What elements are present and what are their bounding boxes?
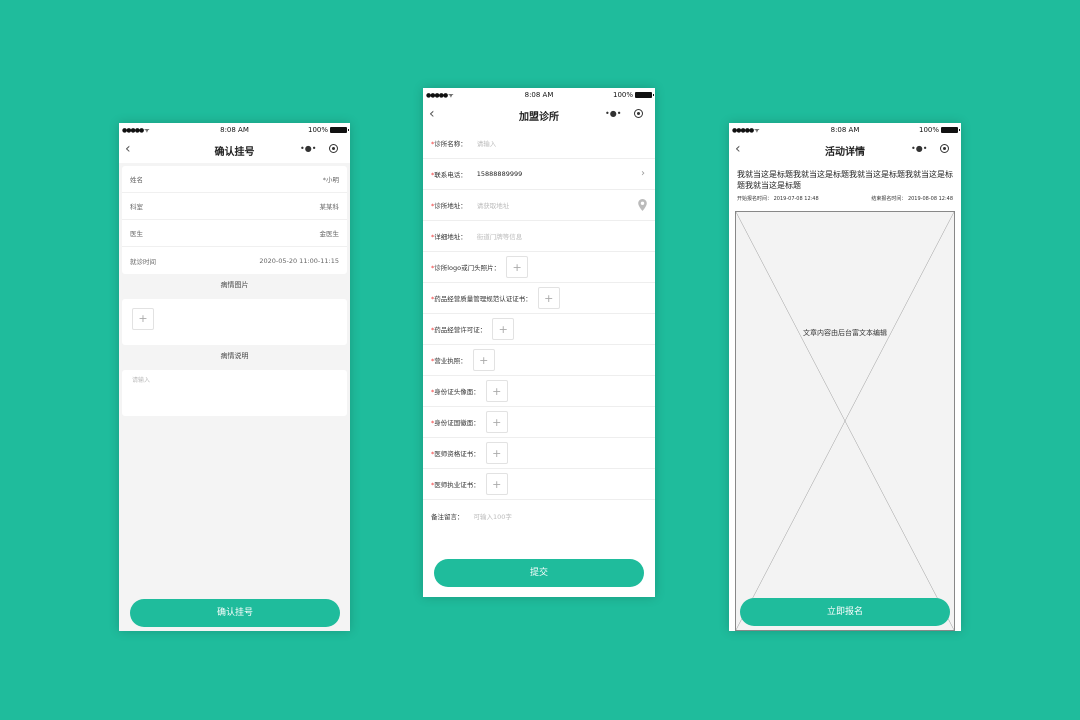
info-row-time: 就诊时间 2020-05-20 11:00-11:15 (122, 247, 347, 274)
detail-address-input[interactable]: 街道门牌等信息 (477, 231, 523, 241)
close-target-icon[interactable] (329, 144, 338, 153)
mini-program-capsule: •●• (599, 105, 649, 122)
start-date: 开始报名时间： 2019-07-08 12:48 (737, 196, 819, 202)
info-row-name: 姓名 *小明 (122, 166, 347, 193)
phone-input[interactable]: 15888889999 (477, 170, 523, 178)
status-bar: ●●●●● ᯤ 8:08 AM 100% (729, 123, 961, 137)
mini-program-capsule: •●• (905, 140, 955, 157)
remark-input[interactable]: 可输入100字 (474, 511, 512, 521)
confirm-registration-button[interactable]: 确认挂号 (130, 599, 340, 627)
rich-content-placeholder (735, 211, 955, 631)
drug-license-field: *药品经营许可证： + (423, 314, 655, 345)
signup-now-button[interactable]: 立即报名 (740, 598, 950, 626)
upload-id-front-button[interactable]: + (485, 380, 508, 402)
upload-drug-license-button[interactable]: + (492, 318, 515, 340)
upload-practice-button[interactable]: + (485, 473, 508, 495)
content-placeholder-text: 文章内容由后台富文本编辑 (803, 329, 887, 337)
clinic-logo-field: *诊所logo或门头照片： + (423, 252, 655, 283)
image-upload-card: + (122, 299, 347, 345)
clinic-name-field[interactable]: *诊所名称： 请输入 (423, 128, 655, 159)
nav-bar: ‹ 加盟诊所 •●• (423, 102, 655, 128)
description-input[interactable]: 请输入 (122, 370, 347, 416)
battery-icon (941, 127, 960, 133)
article-title: 我就当这是标题我就当这是标题我就当这是标题我就当这是标题我就当这是标题 (737, 170, 953, 190)
doctor-qualification-field: *医师资格证书： + (423, 438, 655, 469)
remark-field[interactable]: 备注留言： 可输入100字 (423, 500, 655, 531)
activity-detail-screen: ●●●●● ᯤ 8:08 AM 100% ‹ 活动详情 •●• 我就当这是标题我… (729, 123, 961, 631)
info-row-department: 科室 某某科 (122, 193, 347, 220)
nav-bar: ‹ 确认挂号 •●• (119, 137, 350, 163)
nav-bar: ‹ 活动详情 •●• (729, 137, 961, 163)
upload-business-license-button[interactable]: + (472, 349, 495, 371)
info-value: 金医生 (319, 230, 340, 238)
info-value: 2020-05-20 11:00-11:15 (259, 256, 339, 265)
image-section-title: 病情图片 (220, 281, 249, 289)
id-front-field: *身份证头像面： + (423, 376, 655, 407)
field-label: 备注留言： (431, 512, 464, 521)
end-date: 结束报名时间： 2019-08-08 12:48 (871, 196, 953, 202)
battery-icon (635, 92, 654, 98)
battery-indicator: 100% (307, 126, 349, 134)
registration-info-card: 姓名 *小明 科室 某某科 医生 金医生 就诊时间 2020-05-20 11:… (122, 166, 347, 274)
placeholder-cross (736, 212, 954, 630)
confirm-registration-screen: ●●●●● ᯤ 8:08 AM 100% ‹ 确认挂号 •●• 姓名 *小明 科… (119, 123, 350, 631)
id-back-field: *身份证国徽面： + (423, 407, 655, 438)
battery-percent: 100% (612, 91, 633, 99)
field-label: 药品经营许可证： (434, 326, 487, 334)
close-target-icon[interactable] (940, 144, 949, 153)
info-value: 某某科 (319, 203, 340, 211)
field-label: 身份证头像面： (434, 388, 480, 396)
upload-qualification-button[interactable]: + (485, 442, 508, 464)
address-field[interactable]: *诊所地址： 请获取地址 (423, 190, 655, 221)
battery-percent: 100% (918, 126, 939, 134)
location-pin-icon[interactable] (638, 199, 647, 211)
mini-program-capsule: •●• (294, 140, 344, 157)
field-label: 详细地址： (434, 233, 467, 241)
address-input[interactable]: 请获取地址 (477, 200, 510, 210)
field-label: 联系电话： (434, 171, 467, 179)
more-icon[interactable]: •●• (300, 144, 316, 153)
more-icon[interactable]: •●• (911, 144, 927, 153)
gsp-certificate-field: *药品经营质量管理规范认证证书： + (423, 283, 655, 314)
battery-icon (330, 127, 349, 133)
field-label: 药品经营质量管理规范认证证书： (434, 295, 532, 303)
upload-logo-button[interactable]: + (506, 256, 529, 278)
clinic-name-input[interactable]: 请输入 (477, 138, 497, 148)
battery-percent: 100% (307, 126, 328, 134)
business-license-field: *营业执照： + (423, 345, 655, 376)
battery-indicator: 100% (918, 126, 960, 134)
more-icon[interactable]: •●• (605, 109, 621, 118)
battery-indicator: 100% (612, 91, 654, 99)
field-label: 身份证国徽面： (434, 419, 480, 427)
field-label: 诊所logo或门头照片： (434, 264, 501, 272)
info-value: *小明 (322, 176, 339, 184)
chevron-right-icon[interactable]: › (641, 168, 645, 179)
close-target-icon[interactable] (634, 109, 643, 118)
detail-address-field[interactable]: *详细地址： 街道门牌等信息 (423, 221, 655, 252)
info-label: 医生 (130, 230, 143, 238)
info-label: 姓名 (130, 176, 143, 184)
status-bar: ●●●●● ᯤ 8:08 AM 100% (119, 123, 350, 137)
add-image-button[interactable]: + (132, 307, 154, 330)
signup-dates: 开始报名时间： 2019-07-08 12:48 结束报名时间： 2019-08… (729, 193, 961, 204)
info-label: 科室 (130, 203, 143, 211)
info-label: 就诊时间 (130, 257, 156, 266)
status-bar: ●●●●● ᯤ 8:08 AM 100% (423, 88, 655, 102)
doctor-practice-field: *医师执业证书： + (423, 469, 655, 500)
field-label: 营业执照： (434, 357, 467, 365)
join-clinic-screen: ●●●●● ᯤ 8:08 AM 100% ‹ 加盟诊所 •●• *诊所名称： 请… (423, 88, 655, 597)
upload-gsp-button[interactable]: + (537, 287, 560, 309)
description-section-title: 病情说明 (220, 352, 249, 360)
info-row-doctor: 医生 金医生 (122, 220, 347, 247)
field-label: 诊所名称： (434, 140, 467, 148)
submit-button[interactable]: 提交 (434, 559, 644, 587)
field-label: 医师执业证书： (434, 481, 480, 489)
upload-id-back-button[interactable]: + (485, 411, 508, 433)
field-label: 诊所地址： (434, 202, 467, 210)
field-label: 医师资格证书： (434, 450, 480, 458)
phone-field[interactable]: *联系电话： 15888889999 › (423, 159, 655, 190)
